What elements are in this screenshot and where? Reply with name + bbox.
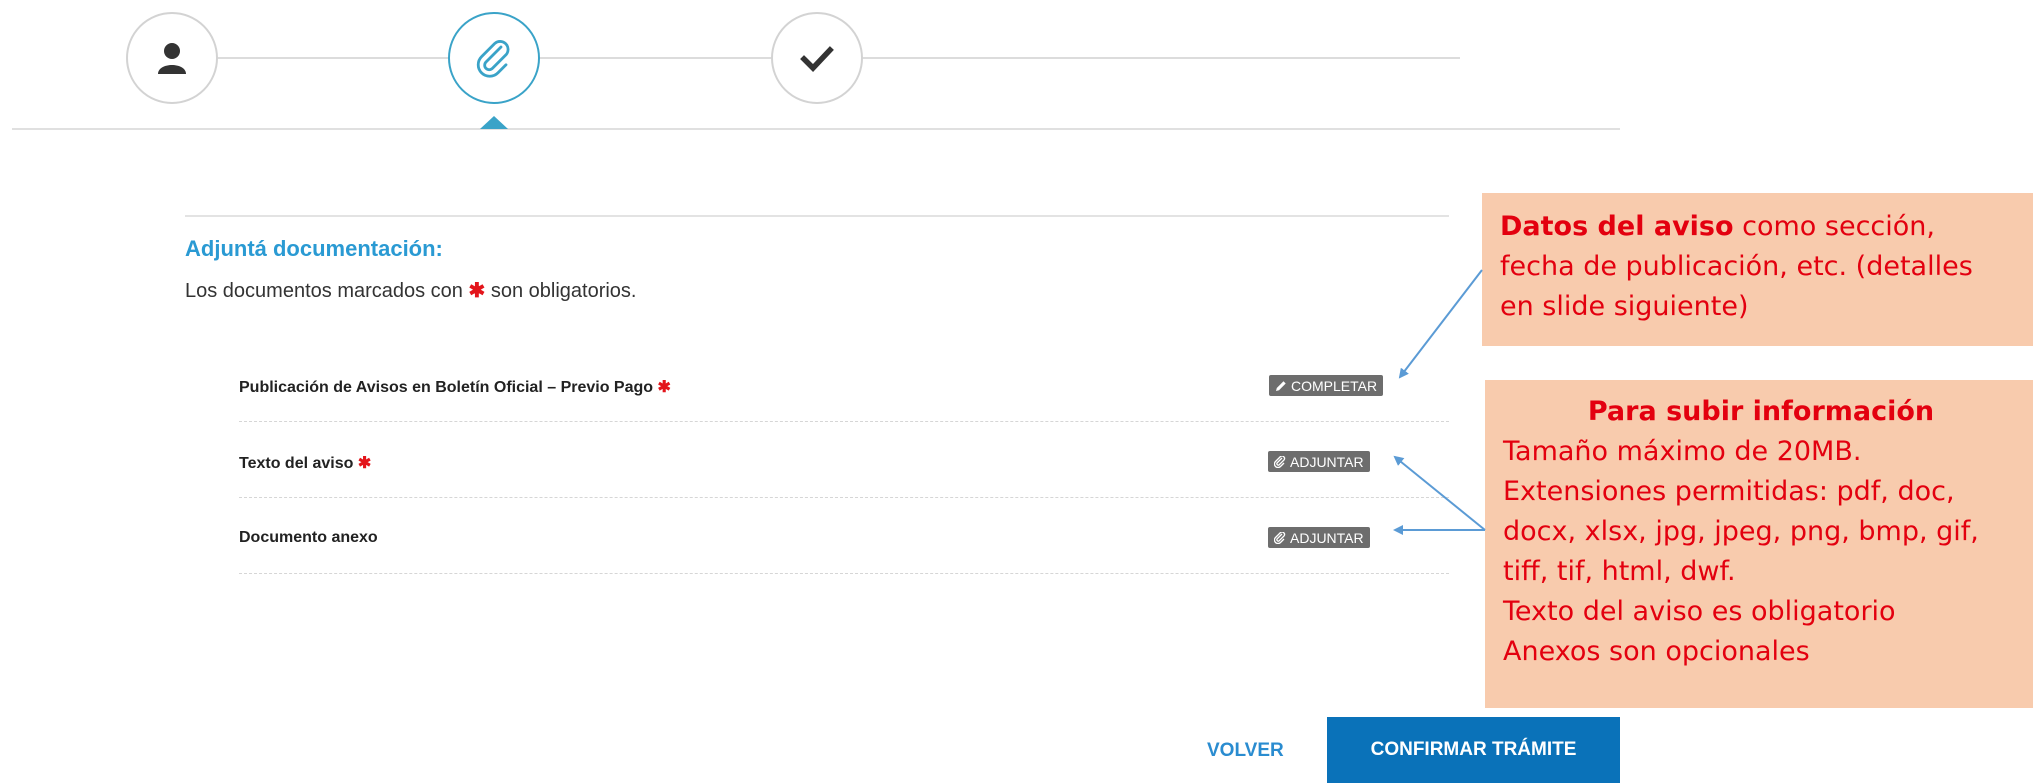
arrow-to-completar [1398, 269, 1483, 379]
callout-arrows [1393, 269, 1486, 535]
arrow-to-adjuntar-1 [1393, 455, 1486, 531]
